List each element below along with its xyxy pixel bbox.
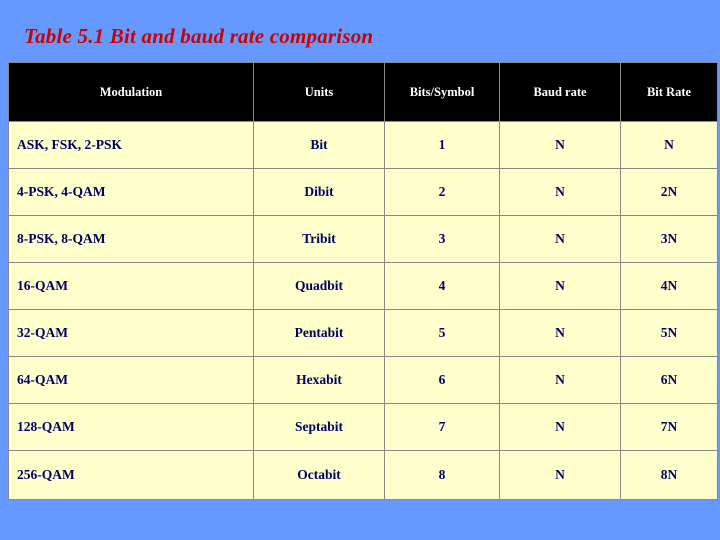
cell-bit-rate: 4N — [620, 262, 718, 310]
cell-bits-per-symbol: 3 — [384, 215, 500, 263]
cell-baud-rate: N — [499, 356, 621, 404]
column-header-units: Units — [253, 62, 385, 122]
column-header-modulation: Modulation — [8, 62, 254, 122]
table-row: 16-QAM Quadbit 4 N 4N — [8, 262, 718, 310]
cell-modulation: 32-QAM — [8, 309, 254, 357]
cell-bits-per-symbol: 7 — [384, 403, 500, 451]
cell-baud-rate: N — [499, 309, 621, 357]
table-row: 32-QAM Pentabit 5 N 5N — [8, 309, 718, 357]
cell-baud-rate: N — [499, 121, 621, 169]
page-title: Table 5.1 Bit and baud rate comparison — [24, 24, 374, 48]
cell-bits-per-symbol: 1 — [384, 121, 500, 169]
cell-units: Octabit — [253, 450, 385, 500]
cell-units: Septabit — [253, 403, 385, 451]
cell-baud-rate: N — [499, 403, 621, 451]
cell-baud-rate: N — [499, 450, 621, 500]
cell-units: Pentabit — [253, 309, 385, 357]
table-row: 256-QAM Octabit 8 N 8N — [8, 450, 718, 500]
cell-modulation: 64-QAM — [8, 356, 254, 404]
cell-modulation: 256-QAM — [8, 450, 254, 500]
cell-units: Hexabit — [253, 356, 385, 404]
cell-bits-per-symbol: 4 — [384, 262, 500, 310]
cell-bits-per-symbol: 2 — [384, 168, 500, 216]
cell-bit-rate: 6N — [620, 356, 718, 404]
cell-bit-rate: 2N — [620, 168, 718, 216]
table-row: ASK, FSK, 2-PSK Bit 1 N N — [8, 121, 718, 169]
cell-bit-rate: 7N — [620, 403, 718, 451]
table-row: 4-PSK, 4-QAM Dibit 2 N 2N — [8, 168, 718, 216]
cell-units: Quadbit — [253, 262, 385, 310]
cell-bit-rate: N — [620, 121, 718, 169]
cell-modulation: 128-QAM — [8, 403, 254, 451]
cell-modulation: ASK, FSK, 2-PSK — [8, 121, 254, 169]
column-header-bit-rate: Bit Rate — [620, 62, 718, 122]
table-header: Modulation Units Bits/Symbol Baud rate B… — [8, 62, 718, 122]
table-header-row: Modulation Units Bits/Symbol Baud rate B… — [8, 62, 718, 122]
cell-bit-rate: 8N — [620, 450, 718, 500]
cell-units: Dibit — [253, 168, 385, 216]
cell-units: Tribit — [253, 215, 385, 263]
cell-units: Bit — [253, 121, 385, 169]
column-header-baud-rate: Baud rate — [499, 62, 621, 122]
cell-bit-rate: 3N — [620, 215, 718, 263]
cell-bits-per-symbol: 8 — [384, 450, 500, 500]
cell-bits-per-symbol: 5 — [384, 309, 500, 357]
slide: Table 5.1 Bit and baud rate comparison M… — [0, 0, 720, 540]
cell-modulation: 8-PSK, 8-QAM — [8, 215, 254, 263]
bit-baud-comparison-table: Modulation Units Bits/Symbol Baud rate B… — [8, 62, 718, 500]
cell-baud-rate: N — [499, 262, 621, 310]
column-header-bits-per-symbol: Bits/Symbol — [384, 62, 500, 122]
cell-modulation: 4-PSK, 4-QAM — [8, 168, 254, 216]
cell-baud-rate: N — [499, 168, 621, 216]
cell-modulation: 16-QAM — [8, 262, 254, 310]
cell-bits-per-symbol: 6 — [384, 356, 500, 404]
cell-baud-rate: N — [499, 215, 621, 263]
table-container: Modulation Units Bits/Symbol Baud rate B… — [8, 62, 718, 500]
table-row: 64-QAM Hexabit 6 N 6N — [8, 356, 718, 404]
table-row: 8-PSK, 8-QAM Tribit 3 N 3N — [8, 215, 718, 263]
table-row: 128-QAM Septabit 7 N 7N — [8, 403, 718, 451]
table-body: ASK, FSK, 2-PSK Bit 1 N N 4-PSK, 4-QAM D… — [8, 121, 718, 500]
cell-bit-rate: 5N — [620, 309, 718, 357]
